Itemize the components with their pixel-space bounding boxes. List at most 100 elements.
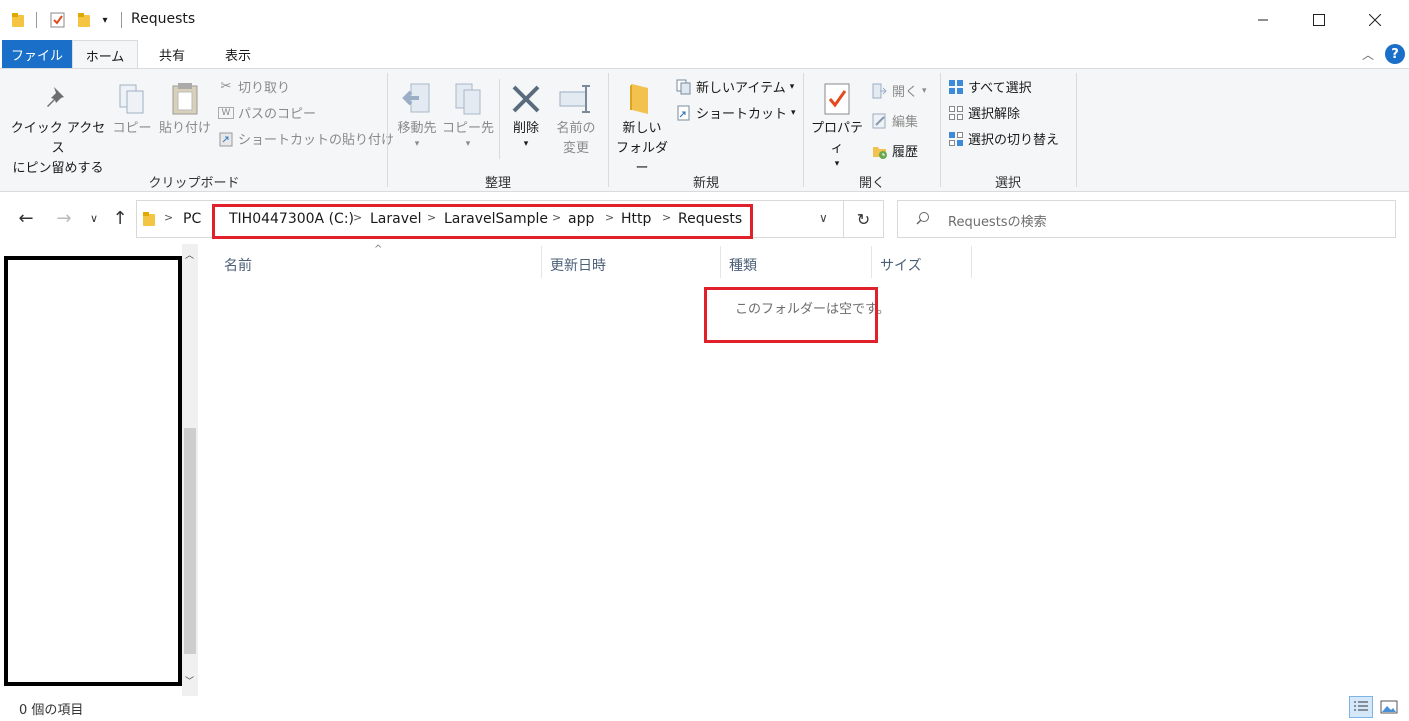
edit-button[interactable]: 編集 xyxy=(872,111,918,130)
customize-qat-icon[interactable]: ▾ xyxy=(98,10,112,30)
dropdown-arrow-icon: ▾ xyxy=(834,159,840,169)
redaction-box xyxy=(4,256,182,686)
new-group-label: 新規 xyxy=(692,176,719,191)
forward-arrow-icon[interactable]: → xyxy=(52,206,76,230)
copy-button[interactable]: コピー xyxy=(112,79,152,139)
dropdown-arrow-icon: ▾ xyxy=(922,85,927,96)
new-folder-button[interactable]: 新しい フォルダー xyxy=(612,79,672,179)
invert-selection-button[interactable]: 選択の切り替え xyxy=(948,129,1059,148)
history-icon xyxy=(872,143,888,159)
shortcut-icon xyxy=(676,105,692,121)
details-view-icon[interactable] xyxy=(1349,696,1373,718)
ribbon: クイック アクセス にピン留めする コピー 貼り付け ✂ 切り取り W パスのコ… xyxy=(0,68,1409,192)
rename-button[interactable]: 名前の 変更 xyxy=(552,79,600,159)
paste-button[interactable]: 貼り付け xyxy=(156,79,214,139)
edit-icon xyxy=(872,113,888,129)
delete-button[interactable]: 削除 ▾ xyxy=(504,79,548,149)
collapse-ribbon-icon[interactable]: ︿ xyxy=(1362,46,1374,63)
select-none-button[interactable]: 選択解除 xyxy=(948,103,1020,122)
rename-label-1: 名前の xyxy=(556,121,596,136)
folder-icon xyxy=(10,10,26,30)
select-all-button[interactable]: すべて選択 xyxy=(948,77,1032,96)
address-history-chevron-icon[interactable]: ∨ xyxy=(819,211,828,225)
separator xyxy=(499,79,500,159)
scroll-down-arrow-icon[interactable]: ﹀ xyxy=(185,674,194,687)
search-field[interactable]: Requestsの検索 xyxy=(897,200,1396,238)
cut-button[interactable]: ✂ 切り取り xyxy=(218,77,290,96)
shortcut-label: ショートカット xyxy=(696,107,788,122)
column-header-date[interactable]: 更新日時 xyxy=(542,252,720,278)
breadcrumb-chevron-icon[interactable]: > xyxy=(164,211,173,224)
search-placeholder: Requestsの検索 xyxy=(948,215,1047,230)
tab-home[interactable]: ホーム xyxy=(72,40,138,69)
history-label: 履歴 xyxy=(892,145,919,160)
invert-selection-label: 選択の切り替え xyxy=(968,133,1060,148)
copy-path-icon: W xyxy=(218,106,234,119)
select-group-label: 選択 xyxy=(994,176,1021,191)
delete-label: 削除 xyxy=(512,121,539,136)
dropdown-arrow-icon: ▾ xyxy=(791,107,796,118)
address-bar-row: ← → ∨ ↑ > PC TIH0447300A (C:) > Laravel … xyxy=(0,192,1409,244)
new-item-button[interactable]: 新しいアイテム ▾ xyxy=(676,77,794,96)
ribbon-tabs: ファイル ホーム 共有 表示 ︿ ? xyxy=(0,40,1409,69)
minimize-icon[interactable] xyxy=(1240,0,1286,40)
dropdown-arrow-icon: ▾ xyxy=(789,81,795,92)
new-folder-label-1: 新しい xyxy=(622,121,662,136)
scissors-icon: ✂ xyxy=(220,79,232,94)
pin-quick-access-button[interactable]: クイック アクセス にピン留めする xyxy=(8,83,108,179)
open-icon xyxy=(872,83,888,99)
clipboard-group-label: クリップボード xyxy=(148,176,240,191)
search-icon xyxy=(916,211,930,229)
recent-locations-chevron-icon[interactable]: ∨ xyxy=(86,206,102,230)
group-divider xyxy=(608,73,609,187)
column-divider[interactable] xyxy=(971,246,972,278)
refresh-icon[interactable]: ↻ xyxy=(844,200,884,238)
dropdown-arrow-icon: ▾ xyxy=(414,139,420,149)
select-none-label: 選択解除 xyxy=(968,107,1021,122)
move-to-label: 移動先 xyxy=(397,121,437,136)
up-arrow-icon[interactable]: ↑ xyxy=(108,206,132,230)
history-button[interactable]: 履歴 xyxy=(872,141,918,160)
copy-path-button[interactable]: W パスのコピー xyxy=(218,103,316,122)
file-list: ^ 名前 更新日時 種類 サイズ このフォルダーは空です。 xyxy=(200,244,1409,696)
dropdown-arrow-icon: ▾ xyxy=(465,139,471,149)
paste-shortcut-button[interactable]: ショートカットの貼り付け xyxy=(218,129,394,148)
select-none-icon xyxy=(948,105,964,121)
properties-quick-icon[interactable] xyxy=(48,10,68,30)
tab-view[interactable]: 表示 xyxy=(206,40,270,68)
paste-shortcut-label: ショートカットの貼り付け xyxy=(238,133,395,148)
back-arrow-icon[interactable]: ← xyxy=(14,206,38,230)
scroll-thumb[interactable] xyxy=(184,428,196,654)
copy-icon xyxy=(112,79,152,119)
folder-icon xyxy=(143,212,155,230)
open-button[interactable]: 開く ▾ xyxy=(872,81,927,100)
new-item-icon xyxy=(676,79,692,95)
column-header-type[interactable]: 種類 xyxy=(721,252,871,278)
maximize-icon[interactable] xyxy=(1296,0,1342,40)
delete-x-icon xyxy=(504,79,548,119)
properties-icon xyxy=(806,79,868,119)
column-header-size[interactable]: サイズ xyxy=(872,252,972,278)
nav-scrollbar[interactable]: ︿ ﹀ xyxy=(182,244,198,696)
copy-to-button[interactable]: コピー先 ▾ xyxy=(442,79,494,149)
copy-to-icon xyxy=(442,79,494,119)
dropdown-arrow-icon: ▾ xyxy=(523,139,529,149)
scroll-up-arrow-icon[interactable]: ︿ xyxy=(185,248,194,261)
tab-share[interactable]: 共有 xyxy=(140,40,204,68)
easy-access-button[interactable]: ショートカット ▾ xyxy=(676,103,796,122)
properties-button[interactable]: プロパティ ▾ xyxy=(806,79,868,169)
cut-label: 切り取り xyxy=(238,81,291,96)
large-icons-view-icon[interactable] xyxy=(1377,696,1401,718)
select-all-icon xyxy=(948,79,964,95)
new-folder-quick-icon[interactable] xyxy=(76,10,92,30)
close-icon[interactable] xyxy=(1352,0,1398,40)
breadcrumb-pc[interactable]: PC xyxy=(183,211,201,227)
navigation-pane: ︿ ﹀ xyxy=(0,244,198,696)
move-to-button[interactable]: 移動先 ▾ xyxy=(392,79,442,149)
tab-file[interactable]: ファイル xyxy=(2,40,72,68)
move-to-icon xyxy=(392,79,442,119)
column-header-name[interactable]: 名前 xyxy=(216,252,541,278)
item-count: 0 個の項目 xyxy=(19,703,84,718)
invert-selection-icon xyxy=(948,131,964,147)
help-icon[interactable]: ? xyxy=(1385,44,1405,64)
